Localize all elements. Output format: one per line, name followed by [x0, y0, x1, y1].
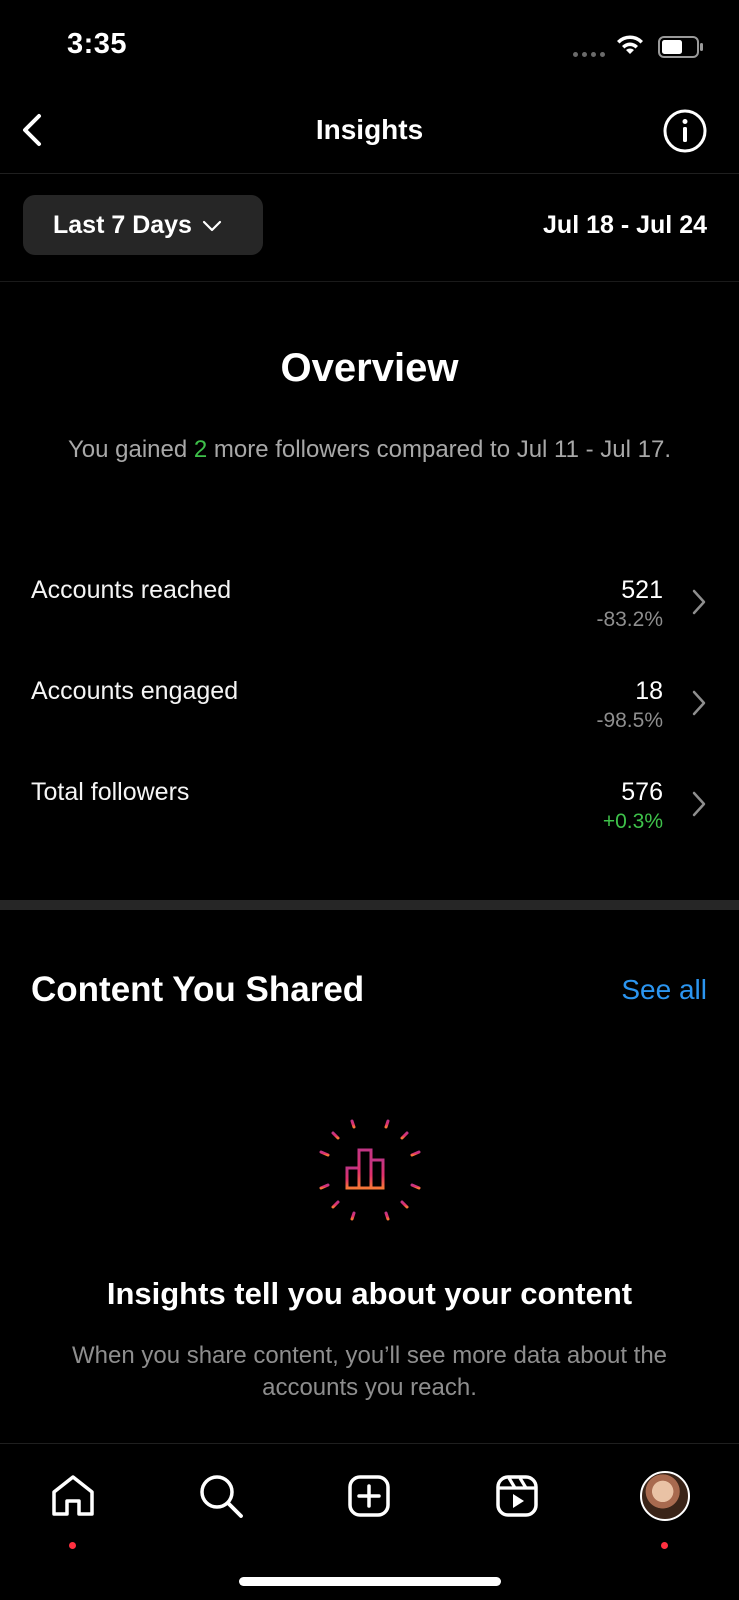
cellular-signal-icon: [573, 52, 605, 57]
nav-header: Insights: [0, 92, 739, 174]
overview-subtitle-suffix: more followers compared to Jul 11 - Jul …: [207, 436, 672, 463]
metric-value: 521: [621, 576, 663, 604]
reels-icon: [496, 1475, 538, 1517]
metric-row-accounts-reached[interactable]: Accounts reached 521 -83.2%: [0, 576, 739, 666]
see-all-link[interactable]: See all: [621, 974, 707, 1006]
chevron-right-icon: [692, 589, 706, 615]
search-icon: [200, 1475, 243, 1518]
info-icon[interactable]: [662, 108, 708, 154]
empty-state-title: Insights tell you about your content: [106, 1276, 633, 1311]
metric-label: Total followers: [31, 778, 190, 806]
chevron-right-icon: [692, 690, 706, 716]
overview-subtitle: You gained 2 more followers compared to …: [60, 434, 679, 466]
tab-profile[interactable]: [635, 1466, 695, 1549]
followers-gained-count: 2: [193, 436, 208, 463]
metric-label: Accounts engaged: [31, 677, 239, 705]
date-range-dropdown-label: Last 7 Days: [53, 210, 192, 239]
metric-row-total-followers[interactable]: Total followers 576 +0.3%: [0, 778, 739, 868]
metric-row-accounts-engaged[interactable]: Accounts engaged 18 -98.5%: [0, 677, 739, 767]
metric-change: -83.2%: [596, 608, 663, 631]
overview-title: Overview: [280, 346, 459, 390]
tab-search[interactable]: [191, 1466, 251, 1526]
metric-label: Accounts reached: [31, 576, 232, 604]
metric-change: -98.5%: [596, 709, 663, 732]
filter-row: Last 7 Days Jul 18 - Jul 24: [0, 175, 739, 282]
date-range-dropdown[interactable]: Last 7 Days: [23, 195, 263, 255]
create-icon: [348, 1475, 390, 1517]
metric-change: +0.3%: [602, 810, 663, 833]
overview-subtitle-prefix: You gained: [67, 436, 194, 463]
status-bar: 3:35: [0, 0, 739, 92]
metric-value: 18: [635, 677, 663, 705]
notification-dot: [69, 1542, 76, 1549]
home-icon: [52, 1475, 94, 1516]
tab-home[interactable]: [43, 1466, 103, 1549]
profile-avatar: [640, 1471, 690, 1521]
tab-reels[interactable]: [487, 1466, 547, 1526]
chevron-down-icon: [202, 220, 222, 232]
home-indicator: [239, 1577, 501, 1586]
wifi-icon: [617, 35, 643, 54]
chevron-right-icon: [692, 791, 706, 817]
page-title: Insights: [315, 114, 424, 145]
empty-state-description: When you share content, you’ll see more …: [71, 1342, 668, 1401]
status-time: 3:35: [67, 28, 128, 60]
section-divider: [0, 900, 739, 910]
metric-value: 576: [621, 778, 663, 806]
date-range-text: Jul 18 - Jul 24: [543, 211, 707, 239]
tab-create[interactable]: [339, 1466, 399, 1526]
battery-icon: [658, 36, 703, 58]
insights-chart-icon: [316, 1116, 424, 1224]
notification-dot: [661, 1542, 668, 1549]
content-shared-title: Content You Shared: [31, 970, 365, 1009]
